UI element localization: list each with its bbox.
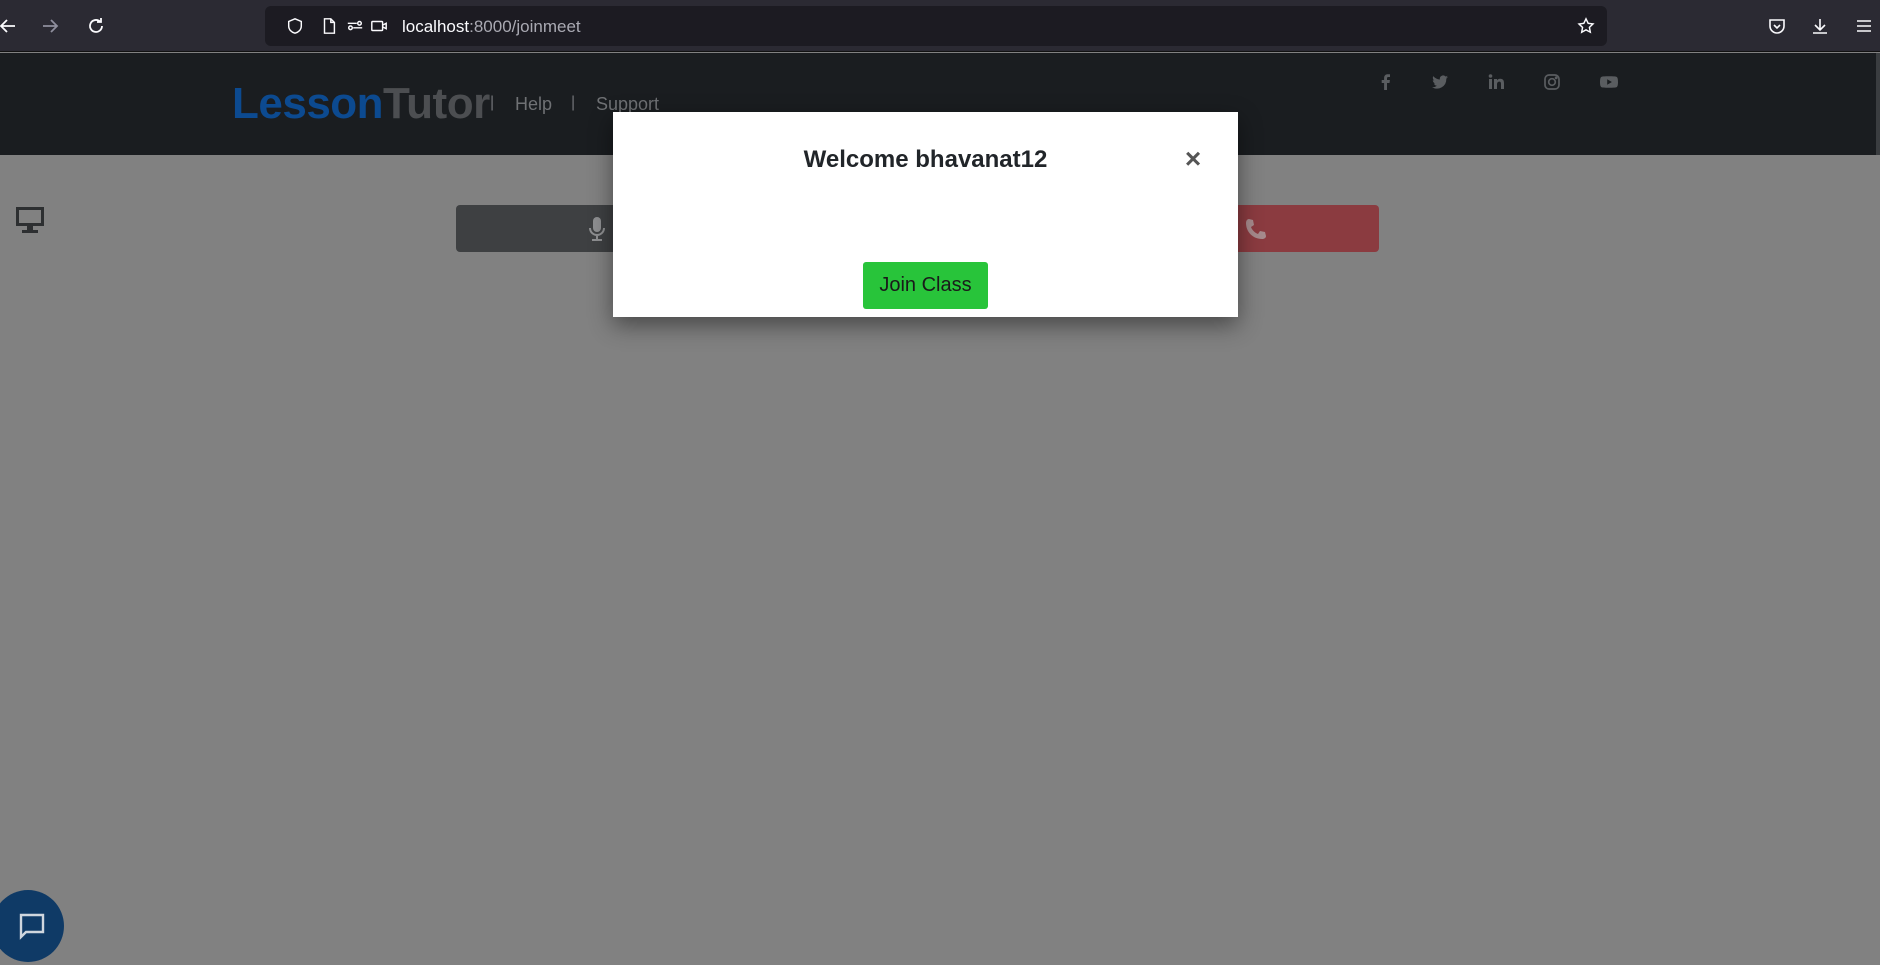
permissions-icon[interactable] xyxy=(345,16,365,36)
join-class-button[interactable]: Join Class xyxy=(863,262,988,309)
forward-icon[interactable] xyxy=(38,14,62,38)
screen-share-icon[interactable] xyxy=(14,205,46,235)
help-link[interactable]: Help xyxy=(515,94,552,115)
twitter-icon[interactable] xyxy=(1428,70,1452,94)
instagram-icon[interactable] xyxy=(1540,70,1564,94)
url-bar[interactable]: localhost:8000/joinmeet xyxy=(265,6,1607,46)
pocket-icon[interactable] xyxy=(1765,14,1789,38)
welcome-modal: Welcome bhavanat12 × Join Class xyxy=(613,112,1238,317)
microphone-icon xyxy=(586,216,608,242)
url-path: :8000/joinmeet xyxy=(469,17,581,36)
header-separator: | xyxy=(571,94,576,111)
back-icon[interactable] xyxy=(0,14,20,38)
menu-icon[interactable] xyxy=(1852,14,1876,38)
url-host: localhost xyxy=(402,17,470,36)
youtube-icon[interactable] xyxy=(1597,70,1621,94)
page-scrollbar[interactable] xyxy=(1876,53,1880,155)
star-icon[interactable] xyxy=(1576,16,1596,36)
close-icon[interactable]: × xyxy=(1180,145,1206,173)
chat-icon xyxy=(19,913,45,940)
browser-toolbar: localhost:8000/joinmeet xyxy=(0,0,1880,52)
chat-button[interactable] xyxy=(0,890,64,962)
page-icon[interactable] xyxy=(319,16,339,36)
logo-part-lesson: Lesson xyxy=(232,79,384,128)
site-logo[interactable]: LessonTutor xyxy=(232,79,490,129)
linkedin-icon[interactable] xyxy=(1484,70,1508,94)
header-separator: | xyxy=(490,94,495,111)
end-call-button[interactable] xyxy=(1219,205,1379,252)
url-text[interactable]: localhost:8000/joinmeet xyxy=(402,17,581,37)
facebook-icon[interactable] xyxy=(1374,70,1398,94)
shield-icon[interactable] xyxy=(285,16,305,36)
camera-icon[interactable] xyxy=(369,16,389,36)
reload-icon[interactable] xyxy=(84,14,108,38)
modal-title: Welcome bhavanat12 xyxy=(803,146,1048,173)
logo-part-tutor: Tutor xyxy=(383,79,490,128)
download-icon[interactable] xyxy=(1808,14,1832,38)
phone-hangup-icon xyxy=(1243,216,1269,242)
